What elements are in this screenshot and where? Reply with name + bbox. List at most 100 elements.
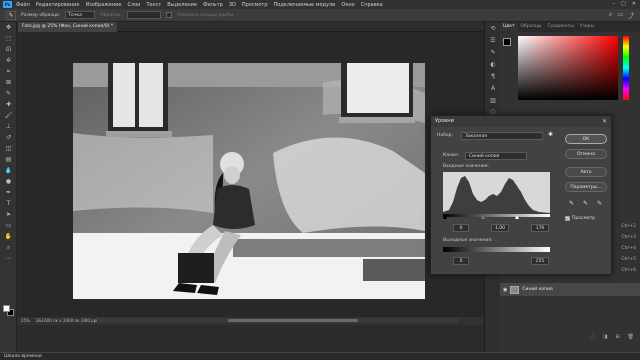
adjustments-icon[interactable]: ◐ [485, 58, 501, 70]
tab-gradients[interactable]: Градиенты [545, 22, 577, 32]
preview-checkbox[interactable]: ✓ [565, 216, 570, 221]
cancel-button[interactable]: Отмена [565, 149, 607, 159]
timeline-panel-tab[interactable]: Шкала времени [0, 352, 640, 360]
output-white-field[interactable]: 255 [531, 257, 549, 265]
eyedropper-tool-icon[interactable]: ✎ [6, 10, 16, 20]
tab-patterns[interactable]: Узоры [577, 22, 597, 32]
path-select-icon[interactable]: ➤ [0, 209, 17, 220]
hand-tool-icon[interactable]: ✋ [0, 231, 17, 242]
more-tools-icon[interactable]: ⋯ [0, 253, 17, 264]
black-point-handle[interactable] [443, 215, 447, 219]
maximize-icon[interactable]: □ [621, 1, 626, 7]
menu-select[interactable]: Выделение [167, 2, 197, 8]
input-gamma-field[interactable]: 1,00 [491, 224, 509, 232]
rectangle-tool-icon[interactable]: ▭ [0, 220, 17, 231]
canvas-area[interactable] [18, 32, 483, 317]
load-selection-icon[interactable]: ◌ [590, 334, 594, 340]
input-slider[interactable] [443, 215, 550, 220]
white-point-handle[interactable] [515, 215, 519, 219]
menu-window[interactable]: Окно [341, 2, 354, 8]
menu-layers[interactable]: Слои [127, 2, 140, 8]
quick-select-tool-icon[interactable]: ✲ [0, 55, 17, 66]
document-tab[interactable]: Foto.jpg @ 25% (Фон, Синий копия/8) * [18, 22, 118, 32]
menu-file[interactable]: Файл [16, 2, 30, 8]
sample-select[interactable] [126, 11, 161, 19]
gear-icon[interactable]: ✱ [548, 131, 553, 138]
eyedropper-icon[interactable]: ✎ [0, 88, 17, 99]
crop-tool-icon[interactable]: ⌗ [0, 66, 17, 77]
preset-label: Набор: [437, 133, 454, 138]
input-black-field[interactable]: 0 [453, 224, 469, 232]
black-eyedropper-icon[interactable]: ✎ [569, 200, 574, 207]
input-white-field[interactable]: 176 [531, 224, 549, 232]
move-tool-icon[interactable]: ✥ [0, 22, 17, 33]
share-icon[interactable]: ⤴ [628, 11, 634, 20]
horizontal-scrollbar[interactable] [98, 318, 458, 323]
layer-row-selected[interactable]: ◉ Синий копия [500, 283, 640, 296]
preview-toggle[interactable]: ✓ Просмотр [565, 216, 595, 221]
gradient-tool-icon[interactable]: ▤ [0, 154, 17, 165]
white-eyedropper-icon[interactable]: ✎ [597, 200, 602, 207]
gamma-handle[interactable] [481, 215, 485, 219]
color-swatches[interactable] [3, 305, 14, 316]
show-ring-checkbox[interactable] [165, 12, 172, 18]
ok-button[interactable]: ОК [565, 134, 607, 144]
pen-tool-icon[interactable]: ✒ [0, 187, 17, 198]
menu-filter[interactable]: Фильтр [203, 2, 223, 8]
new-channel-icon[interactable]: ⊞ [615, 334, 619, 340]
close-icon[interactable]: ✕ [632, 1, 636, 7]
paragraph-icon[interactable]: ¶ [485, 70, 501, 82]
type-tool-icon[interactable]: T [0, 198, 17, 209]
marquee-tool-icon[interactable]: ⬚ [0, 33, 17, 44]
scroll-thumb[interactable] [228, 319, 358, 322]
save-selection-icon[interactable]: ◨ [603, 334, 608, 340]
panel-foreground-swatch[interactable] [503, 38, 511, 46]
tab-swatches[interactable]: Образцы [518, 22, 545, 32]
hue-slider[interactable] [623, 36, 629, 100]
tab-color[interactable]: Цвет [500, 22, 518, 32]
photo[interactable] [73, 63, 425, 299]
layer-thumbnail [510, 285, 520, 294]
brush-settings-icon[interactable]: ✎ [485, 46, 501, 58]
trash-icon[interactable]: 🗑 [628, 334, 634, 340]
libraries-icon[interactable]: ▥ [485, 94, 501, 106]
eraser-tool-icon[interactable]: ◫ [0, 143, 17, 154]
options-button[interactable]: Параметры... [565, 182, 607, 192]
menu-type[interactable]: Текст [146, 2, 161, 8]
menu-edit[interactable]: Редактирование [36, 2, 80, 8]
frame-tool-icon[interactable]: ⊠ [0, 77, 17, 88]
zoom-tool-icon[interactable]: ⌕ [0, 242, 17, 253]
menu-plugins[interactable]: Подключаемые модули [274, 2, 336, 8]
close-icon[interactable]: ✕ [602, 116, 607, 127]
gray-eyedropper-icon[interactable]: ✎ [583, 200, 588, 207]
healing-brush-icon[interactable]: ✚ [0, 99, 17, 110]
blur-tool-icon[interactable]: 💧 [0, 165, 17, 176]
dodge-tool-icon[interactable]: ● [0, 176, 17, 187]
layer-name: Синий копия [522, 287, 553, 292]
glyphs-icon[interactable]: A [485, 82, 501, 94]
menu-help[interactable]: Справка [361, 2, 383, 8]
dialog-title-bar[interactable]: Уровни ✕ [431, 116, 611, 127]
auto-button[interactable]: Авто [565, 167, 607, 177]
foreground-color-swatch[interactable] [3, 305, 10, 312]
menu-view[interactable]: Просмотр [242, 2, 268, 8]
color-field[interactable] [518, 36, 618, 100]
zoom-level[interactable]: 25% [21, 317, 30, 325]
sample-size-select[interactable]: Точка [65, 11, 96, 19]
clone-stamp-icon[interactable]: ⊥ [0, 121, 17, 132]
properties-icon[interactable]: ☰ [485, 34, 501, 46]
output-black-field[interactable]: 0 [453, 257, 469, 265]
visibility-eye-icon[interactable]: ◉ [503, 287, 507, 293]
minimize-icon[interactable]: – [613, 1, 616, 7]
output-gradient-slider[interactable] [443, 247, 550, 252]
lasso-tool-icon[interactable]: ᘏ [0, 44, 17, 55]
history-icon[interactable]: ⟲ [485, 22, 501, 34]
menu-3d[interactable]: 3D [229, 2, 236, 8]
search-icon[interactable]: ⌕ [609, 11, 612, 20]
channel-select[interactable]: Синий копия [465, 152, 527, 160]
workspace-icon[interactable]: ▭ [617, 11, 623, 20]
menu-image[interactable]: Изображение [85, 2, 121, 8]
brush-tool-icon[interactable]: 🖌 [0, 110, 17, 121]
history-brush-icon[interactable]: ↺ [0, 132, 17, 143]
preset-select[interactable]: Заказная [461, 132, 543, 140]
